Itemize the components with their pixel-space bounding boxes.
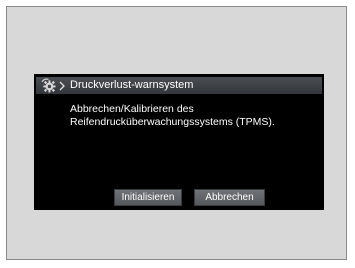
cancel-button[interactable]: Abbrechen [194,189,265,206]
initialize-button[interactable]: Initialisieren [114,189,182,206]
message-line-1: Abbrechen/Kalibrieren des [70,103,194,115]
outer-frame: Druckverlust-warnsystem Abbrechen/Kalibr… [6,6,347,260]
dialog-message: Abbrechen/Kalibrieren des Reifendruckübe… [70,103,320,129]
tpms-dialog-screen: Druckverlust-warnsystem Abbrechen/Kalibr… [34,74,324,210]
message-line-2: Reifendrucküberwachungssystems (TPMS). [70,116,275,128]
chevron-right-icon [59,81,65,91]
gear-icon [41,78,56,93]
dialog-title: Druckverlust-warnsystem [70,79,194,91]
title-bar: Druckverlust-warnsystem [36,77,322,94]
